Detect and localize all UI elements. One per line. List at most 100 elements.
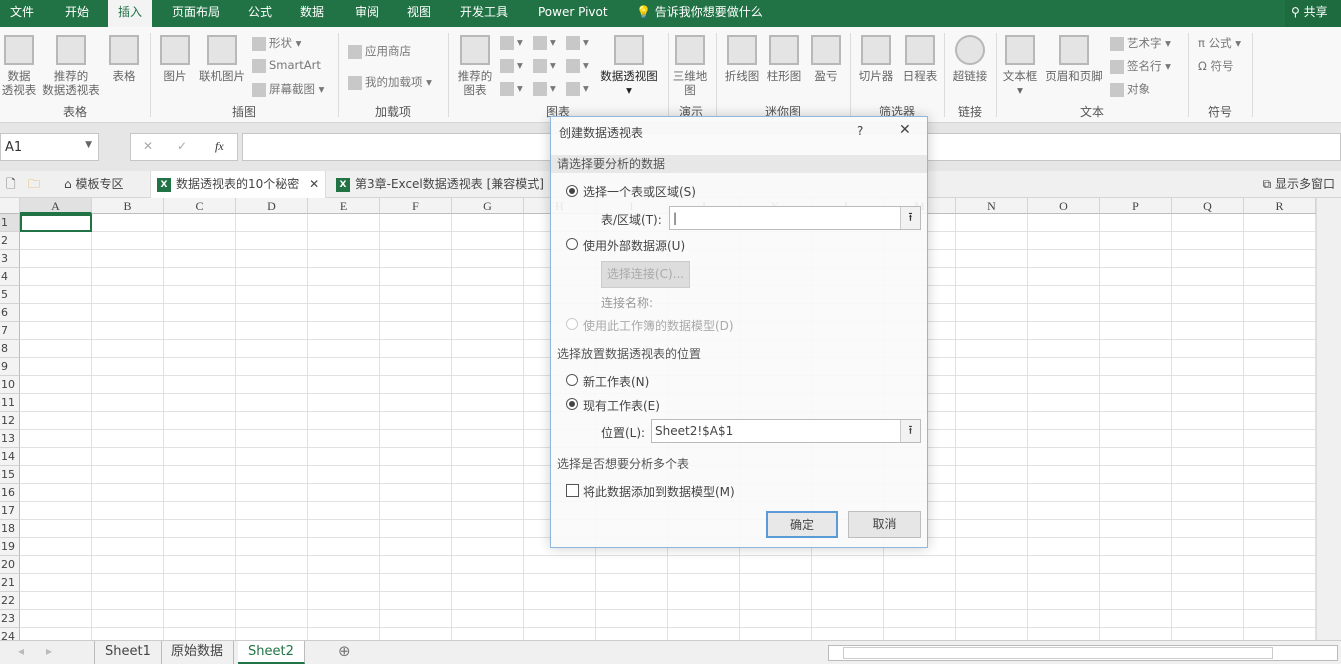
- cell[interactable]: [596, 556, 668, 574]
- cell[interactable]: [20, 574, 92, 592]
- cell[interactable]: [1244, 376, 1316, 394]
- cell[interactable]: [452, 538, 524, 556]
- cell[interactable]: [308, 214, 380, 232]
- cell[interactable]: [236, 502, 308, 520]
- smartart-button[interactable]: SmartArt: [252, 58, 321, 73]
- cell[interactable]: [380, 520, 452, 538]
- cell[interactable]: [1100, 466, 1172, 484]
- row-header[interactable]: 7: [0, 322, 20, 340]
- cell[interactable]: [740, 610, 812, 628]
- cell[interactable]: [1244, 466, 1316, 484]
- cell[interactable]: [236, 538, 308, 556]
- cell[interactable]: [1028, 412, 1100, 430]
- cell[interactable]: [668, 574, 740, 592]
- row-header[interactable]: 1: [0, 214, 20, 232]
- cell[interactable]: [236, 232, 308, 250]
- cell[interactable]: [1244, 610, 1316, 628]
- column-header[interactable]: O: [1028, 198, 1100, 214]
- collapse-dialog-icon[interactable]: ⭱: [900, 207, 920, 229]
- cell[interactable]: [596, 574, 668, 592]
- cell[interactable]: [812, 592, 884, 610]
- cell[interactable]: [308, 484, 380, 502]
- cell[interactable]: [956, 358, 1028, 376]
- cell[interactable]: [164, 538, 236, 556]
- doc-tab-templates[interactable]: ⌂ 模板专区: [58, 171, 129, 198]
- shapes-button[interactable]: 形状 ▾: [252, 35, 301, 51]
- row-header[interactable]: 6: [0, 304, 20, 322]
- cell[interactable]: [236, 268, 308, 286]
- my-addins-button[interactable]: 我的加载项 ▾: [348, 74, 432, 90]
- cell[interactable]: [92, 556, 164, 574]
- cell[interactable]: [740, 592, 812, 610]
- cell[interactable]: [380, 232, 452, 250]
- cell[interactable]: [1028, 502, 1100, 520]
- cell[interactable]: [164, 430, 236, 448]
- cell[interactable]: [1172, 214, 1244, 232]
- cell[interactable]: [1244, 502, 1316, 520]
- cell[interactable]: [1172, 376, 1244, 394]
- cell[interactable]: [956, 214, 1028, 232]
- cell[interactable]: [956, 232, 1028, 250]
- sheet-tab-sheet1[interactable]: Sheet1: [94, 641, 162, 664]
- cell[interactable]: [812, 556, 884, 574]
- cell[interactable]: [1028, 430, 1100, 448]
- cell[interactable]: [956, 268, 1028, 286]
- hyperlink-button[interactable]: 超链接: [950, 35, 990, 83]
- cell[interactable]: [164, 628, 236, 640]
- cell[interactable]: [236, 574, 308, 592]
- cell[interactable]: [1100, 376, 1172, 394]
- cell[interactable]: [1172, 538, 1244, 556]
- cell[interactable]: [92, 466, 164, 484]
- cell[interactable]: [92, 268, 164, 286]
- cell[interactable]: [1172, 610, 1244, 628]
- cell[interactable]: [92, 520, 164, 538]
- cell[interactable]: [1172, 358, 1244, 376]
- wordart-button[interactable]: 艺术字 ▾: [1110, 35, 1171, 51]
- scatter-chart-button[interactable]: ▾: [533, 81, 556, 96]
- cell[interactable]: [20, 232, 92, 250]
- cell[interactable]: [1244, 484, 1316, 502]
- column-header[interactable]: R: [1244, 198, 1316, 214]
- cancel-button[interactable]: 取消: [848, 511, 921, 538]
- cell[interactable]: [452, 628, 524, 640]
- cell[interactable]: [380, 502, 452, 520]
- cell[interactable]: [20, 286, 92, 304]
- row-header[interactable]: 16: [0, 484, 20, 502]
- timeline-button[interactable]: 日程表: [900, 35, 940, 83]
- cell[interactable]: [20, 358, 92, 376]
- cell[interactable]: [884, 556, 956, 574]
- enter-icon[interactable]: ✓: [177, 139, 187, 153]
- radio-existing-worksheet[interactable]: [566, 398, 578, 410]
- tab-formulas[interactable]: 公式: [238, 0, 282, 27]
- hierarchy-chart-button[interactable]: ▾: [533, 35, 556, 50]
- row-header[interactable]: 17: [0, 502, 20, 520]
- cell[interactable]: [236, 340, 308, 358]
- cell[interactable]: [164, 502, 236, 520]
- cell[interactable]: [740, 556, 812, 574]
- cell[interactable]: [92, 484, 164, 502]
- cell[interactable]: [92, 286, 164, 304]
- multi-window-button[interactable]: ⧉ 显示多窗口: [1257, 171, 1341, 198]
- cell[interactable]: [956, 340, 1028, 358]
- cell[interactable]: [668, 628, 740, 640]
- cell[interactable]: [308, 322, 380, 340]
- row-header[interactable]: 9: [0, 358, 20, 376]
- cell[interactable]: [452, 520, 524, 538]
- cell[interactable]: [1100, 340, 1172, 358]
- cell[interactable]: [164, 448, 236, 466]
- cell[interactable]: [1244, 286, 1316, 304]
- cell[interactable]: [236, 358, 308, 376]
- cell[interactable]: [452, 484, 524, 502]
- cell[interactable]: [452, 358, 524, 376]
- tab-file[interactable]: 文件: [0, 0, 44, 27]
- cell[interactable]: [1172, 466, 1244, 484]
- cell[interactable]: [20, 340, 92, 358]
- cell[interactable]: [236, 556, 308, 574]
- cell[interactable]: [1028, 358, 1100, 376]
- cell[interactable]: [1244, 322, 1316, 340]
- sheet-tab-sheet2[interactable]: Sheet2: [238, 641, 305, 664]
- column-header[interactable]: G: [452, 198, 524, 214]
- cell[interactable]: [956, 322, 1028, 340]
- cell[interactable]: [92, 232, 164, 250]
- cell[interactable]: [380, 448, 452, 466]
